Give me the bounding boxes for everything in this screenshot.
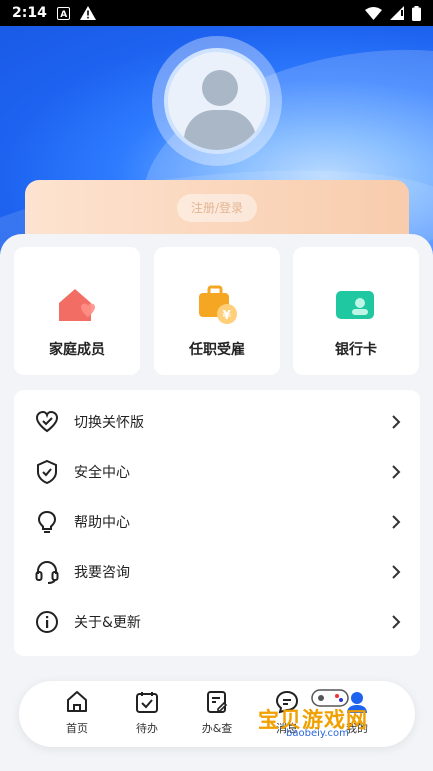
menu-item-about[interactable]: 关于&更新	[14, 597, 420, 647]
bank-card-icon	[336, 291, 374, 319]
login-register-button[interactable]: 注册/登录	[177, 194, 257, 222]
nav-todo-label: 待办	[136, 722, 158, 735]
notification-a-icon: A	[56, 6, 70, 20]
menu-item-security[interactable]: 安全中心	[14, 447, 420, 497]
menu-label-security: 安全中心	[74, 465, 130, 481]
employment-label: 任职受雇	[189, 342, 245, 358]
watermark-url: baobeiy.com	[286, 728, 349, 739]
avatar[interactable]	[164, 48, 270, 154]
home-icon	[67, 691, 87, 712]
chevron-right-icon	[392, 465, 401, 479]
nav-handle-query-label: 办&查	[201, 722, 233, 735]
avatar-ring	[152, 36, 282, 166]
watermark: 宝贝游戏网 baobeiy.com	[258, 689, 408, 740]
bank-card-card[interactable]: 银行卡	[293, 247, 419, 375]
menu-label-help: 帮助中心	[74, 515, 130, 531]
document-edit-icon	[207, 691, 228, 713]
home-heart-icon	[59, 289, 95, 321]
menu-item-consult[interactable]: 我要咨询	[14, 547, 420, 597]
nav-handle-query[interactable]: 办&查	[187, 689, 247, 741]
lightbulb-icon	[37, 510, 57, 533]
avatar-body	[184, 110, 256, 150]
calendar-check-icon	[136, 692, 158, 713]
family-members-card[interactable]: 家庭成员	[14, 247, 140, 375]
settings-menu: 切换关怀版 安全中心 帮助中心 我要咨询 关于&更新	[14, 390, 420, 656]
nav-home[interactable]: 首页	[47, 689, 107, 741]
shield-icon	[37, 459, 57, 485]
menu-label-care-mode: 切换关怀版	[74, 415, 144, 431]
battery-icon	[412, 5, 421, 21]
chevron-right-icon	[392, 515, 401, 529]
menu-label-about: 关于&更新	[74, 615, 141, 631]
chevron-right-icon	[392, 565, 401, 579]
warning-icon	[79, 6, 96, 20]
chevron-right-icon	[392, 415, 401, 429]
family-members-label: 家庭成员	[49, 342, 105, 358]
bank-card-label: 银行卡	[335, 342, 377, 358]
svg-text:A: A	[60, 10, 67, 20]
chevron-right-icon	[392, 615, 401, 629]
menu-item-care-mode[interactable]: 切换关怀版	[14, 397, 420, 447]
status-time: 2:14	[12, 5, 47, 21]
heart-icon	[35, 410, 59, 433]
svg-text:¥: ¥	[223, 308, 232, 322]
headset-icon	[35, 560, 59, 584]
briefcase-icon: ¥	[199, 285, 237, 324]
menu-item-help[interactable]: 帮助中心	[14, 497, 420, 547]
status-bar: 2:14 A	[0, 0, 433, 26]
nav-home-label: 首页	[66, 722, 88, 735]
info-icon	[36, 611, 58, 633]
menu-label-consult: 我要咨询	[74, 565, 130, 581]
avatar-head	[202, 70, 238, 106]
nav-todo[interactable]: 待办	[117, 689, 177, 741]
employment-card[interactable]: ¥ 任职受雇	[154, 247, 280, 375]
wifi-icon	[365, 6, 382, 20]
signal-icon	[390, 6, 404, 20]
